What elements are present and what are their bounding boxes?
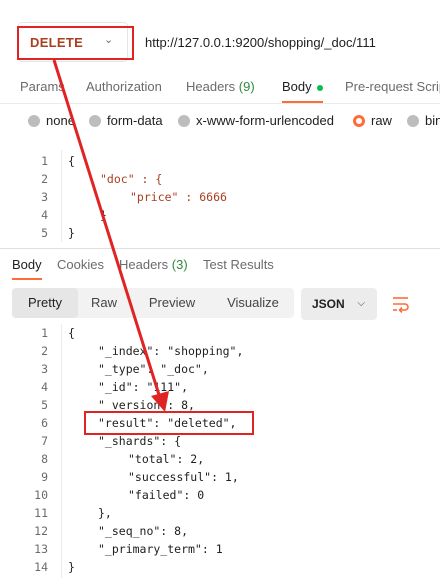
- radio-label: x-www-form-urlencoded: [196, 113, 334, 128]
- format-select-label: JSON: [312, 297, 345, 311]
- code-line: "_index": "shopping",: [98, 344, 244, 358]
- line-number: 2: [41, 172, 48, 186]
- radio-binary[interactable]: bin: [407, 113, 440, 128]
- wrap-lines-icon: [393, 297, 409, 313]
- radio-circle-icon: [178, 114, 190, 127]
- line-number: 5: [41, 226, 48, 240]
- code-line: },: [98, 506, 112, 520]
- resp-tab-headers[interactable]: Headers (3): [119, 257, 188, 272]
- radio-raw[interactable]: raw: [353, 113, 392, 128]
- chevron-down-icon: ⌵: [357, 298, 365, 309]
- result-highlight-box: [84, 411, 254, 435]
- resp-tab-body[interactable]: Body: [12, 257, 42, 272]
- line-number: 14: [34, 560, 48, 574]
- line-number: 10: [34, 488, 48, 502]
- view-visualize[interactable]: Visualize: [220, 288, 286, 318]
- tab-pre-request-script[interactable]: Pre-request Scrip: [345, 79, 440, 94]
- code-line: "_shards": {: [98, 434, 182, 448]
- view-pretty[interactable]: Pretty: [12, 288, 78, 318]
- line-number: 6: [41, 416, 48, 430]
- tab-body[interactable]: Body: [282, 79, 323, 94]
- code-line: "_id": "111",: [98, 380, 189, 394]
- radio-x-www-form-urlencoded[interactable]: x-www-form-urlencoded: [178, 113, 334, 128]
- line-number: 12: [34, 524, 48, 538]
- tab-body-label: Body: [282, 79, 312, 94]
- radio-label: none: [46, 113, 75, 128]
- line-number: 3: [41, 362, 48, 376]
- tab-authorization[interactable]: Authorization: [86, 79, 162, 94]
- format-select[interactable]: JSON ⌵: [301, 288, 377, 320]
- code-line: {: [68, 154, 75, 168]
- view-mode-toggle: Pretty Raw Preview Visualize: [12, 288, 294, 318]
- code-line: "price" : 6666: [130, 190, 227, 204]
- radio-label: bin: [425, 113, 440, 128]
- line-number: 1: [41, 326, 48, 340]
- url-input[interactable]: http://127.0.0.1:9200/shopping/_doc/111: [145, 35, 376, 50]
- resp-tab-test-results[interactable]: Test Results: [203, 257, 274, 272]
- response-tabs: Body Cookies Headers (3) Test Results: [0, 257, 440, 279]
- line-number: 4: [41, 380, 48, 394]
- line-number: 9: [41, 470, 48, 484]
- request-body-editor[interactable]: 1 2 3 4 5 { "doc" : { "price" : 6666 } }: [0, 150, 440, 244]
- radio-circle-icon: [407, 114, 419, 127]
- radio-form-data[interactable]: form-data: [89, 113, 163, 128]
- section-divider: [0, 248, 440, 249]
- tab-headers-label: Headers: [186, 79, 236, 94]
- radio-circle-icon: [89, 114, 101, 127]
- tab-headers-count: (9): [238, 79, 255, 94]
- code-line: }: [68, 560, 75, 574]
- code-line: "_seq_no": 8,: [98, 524, 189, 538]
- resp-tab-cookies[interactable]: Cookies: [57, 257, 104, 272]
- line-number: 3: [41, 190, 48, 204]
- divider: [0, 103, 440, 104]
- resp-tab-headers-count: (3): [171, 257, 188, 272]
- line-number: 4: [41, 208, 48, 222]
- code-line: "_type": "_doc",: [98, 362, 209, 376]
- code-line: }: [68, 226, 75, 240]
- view-raw[interactable]: Raw: [82, 288, 126, 318]
- code-line: "total": 2,: [128, 452, 205, 466]
- radio-label: raw: [371, 113, 392, 128]
- line-number: 5: [41, 398, 48, 412]
- code-line: "failed": 0: [128, 488, 205, 502]
- wrap-lines-button[interactable]: [385, 288, 417, 320]
- line-number: 7: [41, 434, 48, 448]
- line-number: 2: [41, 344, 48, 358]
- radio-selected-icon: [353, 114, 365, 127]
- request-tabs: Params Authorization Headers (9) Body Pr…: [0, 74, 440, 102]
- line-number: 13: [34, 542, 48, 556]
- method-highlight-box: [17, 26, 134, 60]
- code-line: "_primary_term": 1: [98, 542, 223, 556]
- resp-tab-headers-label: Headers: [119, 257, 169, 272]
- body-type-options: none form-data x-www-form-urlencoded raw…: [0, 113, 440, 133]
- code-line: "successful": 1,: [128, 470, 239, 484]
- view-preview[interactable]: Preview: [142, 288, 202, 318]
- active-tab-indicator: [12, 278, 42, 280]
- code-line: "_version": 8,: [98, 398, 195, 412]
- line-number: 11: [34, 506, 48, 520]
- tab-params[interactable]: Params: [20, 79, 65, 94]
- code-line: }: [100, 208, 107, 222]
- modified-dot-icon: [316, 84, 323, 91]
- radio-label: form-data: [107, 113, 163, 128]
- radio-none[interactable]: none: [28, 113, 75, 128]
- code-line: {: [68, 326, 75, 340]
- radio-circle-icon: [28, 114, 40, 127]
- line-number: 8: [41, 452, 48, 466]
- line-number: 1: [41, 154, 48, 168]
- tab-headers[interactable]: Headers (9): [186, 79, 255, 94]
- response-body[interactable]: 1 2 3 4 5 6 7 8 9 10 11 12 13 14 { "_ind…: [0, 324, 440, 582]
- code-line: "doc" : {: [100, 172, 163, 186]
